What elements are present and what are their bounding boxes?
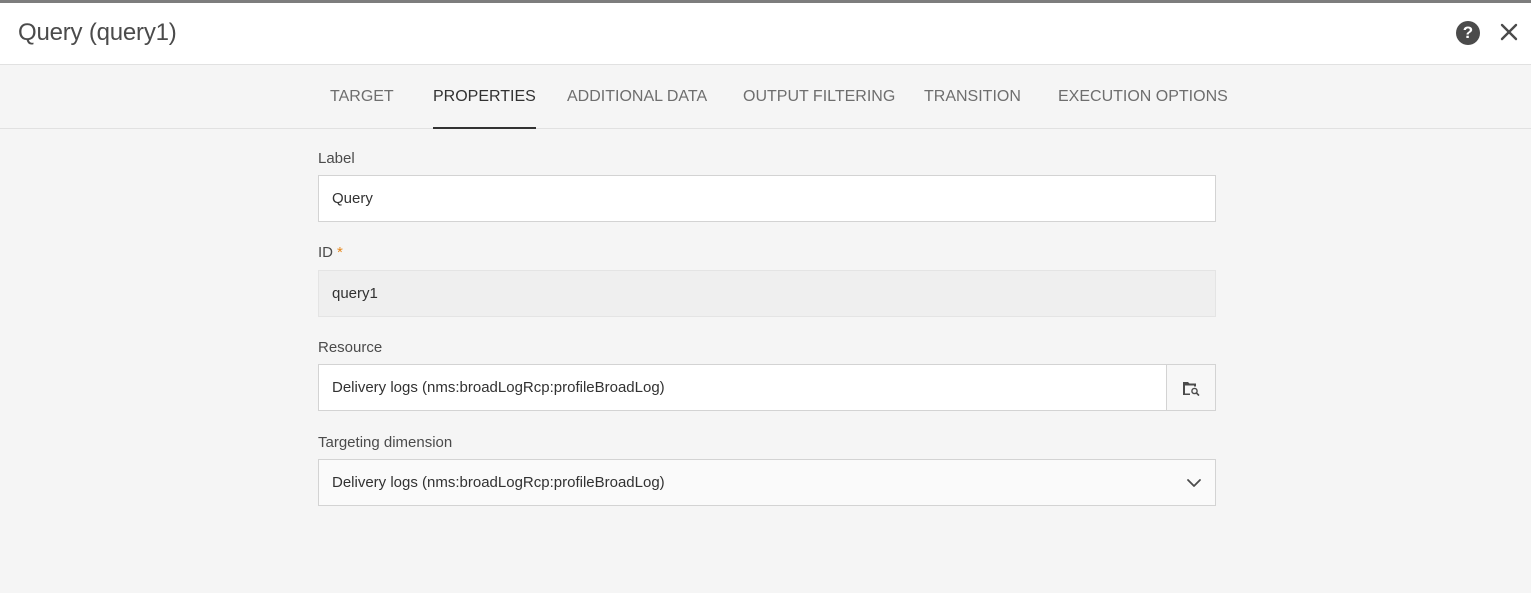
tab-properties[interactable]: PROPERTIES <box>433 65 536 129</box>
label-field-label: Label <box>318 150 355 167</box>
resource-picker-button[interactable] <box>1166 364 1216 411</box>
tab-transition[interactable]: TRANSITION <box>924 65 1021 128</box>
targeting-dimension-select[interactable]: Delivery logs (nms:broadLogRcp:profileBr… <box>318 459 1216 506</box>
resource-input-value: Delivery logs (nms:broadLogRcp:profileBr… <box>332 379 665 396</box>
tab-output-filtering[interactable]: OUTPUT FILTERING <box>743 65 895 128</box>
label-input-value: Query <box>332 190 373 207</box>
tab-additional-data[interactable]: ADDITIONAL DATA <box>567 65 707 128</box>
folder-search-icon <box>1183 381 1200 396</box>
id-input-value: query1 <box>332 285 378 302</box>
targeting-dimension-value: Delivery logs (nms:broadLogRcp:profileBr… <box>332 474 665 491</box>
dialog-header: Query (query1) ? <box>0 3 1531 65</box>
targeting-dimension-label: Targeting dimension <box>318 434 453 451</box>
id-label-text: ID <box>318 244 333 261</box>
tab-execution-options[interactable]: EXECUTION OPTIONS <box>1058 65 1228 128</box>
help-icon[interactable]: ? <box>1456 21 1480 45</box>
chevron-down-icon <box>1187 479 1201 487</box>
resource-input[interactable]: Delivery logs (nms:broadLogRcp:profileBr… <box>318 364 1167 411</box>
close-icon[interactable] <box>1499 22 1519 42</box>
id-input: query1 <box>318 270 1216 317</box>
id-field-label: ID * <box>318 244 343 261</box>
tab-bar: TARGET PROPERTIES ADDITIONAL DATA OUTPUT… <box>0 65 1531 129</box>
required-marker: * <box>337 244 343 261</box>
tab-target[interactable]: TARGET <box>330 65 394 128</box>
label-input[interactable]: Query <box>318 175 1216 222</box>
dialog-title: Query (query1) <box>18 19 177 46</box>
resource-field-label: Resource <box>318 339 383 356</box>
